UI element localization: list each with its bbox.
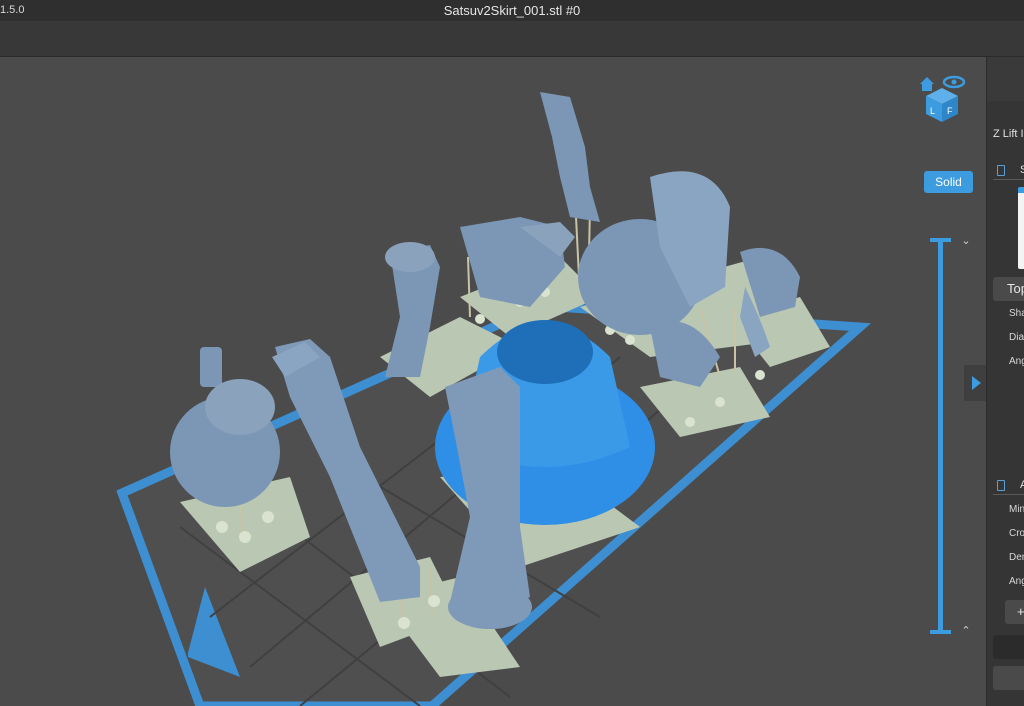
support-icon — [997, 480, 1005, 491]
toolbar — [0, 22, 1024, 57]
cube-faces: L F — [926, 88, 958, 122]
z-slider-bottom-handle[interactable] — [930, 630, 951, 634]
support-settings-panel: Z Lift I S Top Sha Dia Ang A Min Cro Den… — [986, 57, 1024, 706]
add-button[interactable]: + — [1005, 600, 1024, 624]
min-label: Min — [1009, 504, 1024, 515]
support-icon — [997, 165, 1005, 176]
3d-viewport[interactable] — [0, 57, 986, 706]
chevron-down-icon[interactable]: ⌄ — [959, 236, 973, 247]
cross-label: Cro — [1009, 528, 1024, 539]
app-window: 1.5.0 Satsuv2Skirt_001.stl #0 L F Solid … — [0, 0, 1024, 706]
scene — [116, 92, 872, 706]
z-lift-label: Z Lift I — [993, 128, 1024, 140]
shape-label: Sha — [1009, 308, 1024, 319]
top-button[interactable]: Top — [993, 277, 1024, 301]
section-header-s[interactable]: S — [993, 162, 1024, 180]
view-cube-icon[interactable]: L F — [918, 72, 966, 124]
play-triangle-icon — [972, 376, 981, 390]
section-header-a[interactable]: A — [993, 477, 1024, 495]
chevron-up-icon[interactable]: ⌃ — [959, 626, 973, 637]
angle-label: Ang — [1009, 356, 1024, 367]
generate-button[interactable] — [993, 635, 1024, 659]
apply-button[interactable] — [993, 666, 1024, 690]
title-bar: 1.5.0 Satsuv2Skirt_001.stl #0 — [0, 0, 1024, 22]
eye-icon — [942, 75, 966, 89]
render-mode-solid-button[interactable]: Solid — [924, 171, 973, 193]
svg-text:L: L — [930, 106, 935, 116]
panel-tab-strip — [987, 57, 1024, 101]
density-label: Den — [1009, 552, 1024, 563]
svg-text:F: F — [947, 106, 953, 116]
support-preview-thumbnail — [1018, 187, 1024, 269]
z-layer-slider[interactable] — [938, 240, 943, 632]
home-icon — [920, 77, 934, 91]
collapse-panel-button[interactable] — [964, 365, 986, 401]
angle-label-2: Ang — [1009, 576, 1024, 587]
model-head — [170, 347, 280, 507]
diameter-label: Dia — [1009, 332, 1024, 343]
window-title: Satsuv2Skirt_001.stl #0 — [443, 3, 581, 18]
